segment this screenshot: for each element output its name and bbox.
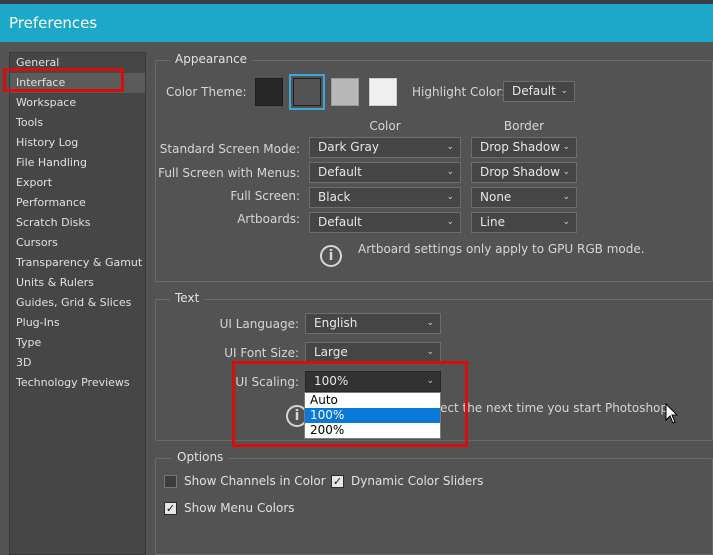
info-icon: i	[320, 245, 342, 267]
chevron-down-icon: ⌄	[446, 167, 454, 177]
sidebar-item-technology-previews[interactable]: Technology Previews	[10, 373, 145, 393]
artboards-border-value: Line	[480, 215, 506, 229]
chevron-down-icon: ⌄	[426, 347, 434, 357]
full-screen-menus-color-select[interactable]: Default ⌄	[309, 162, 461, 183]
artboards-color-value: Default	[318, 215, 362, 229]
theme-swatch-dark[interactable]	[293, 78, 321, 106]
sidebar-item-transparency-gamut[interactable]: Transparency & Gamut	[10, 253, 145, 273]
chevron-down-icon: ⌄	[562, 217, 570, 227]
full-screen-menus-label: Full Screen with Menus:	[158, 166, 300, 180]
full-screen-menus-border-select[interactable]: Drop Shadow ⌄	[471, 162, 577, 183]
sidebar-item-interface[interactable]: Interface	[10, 73, 145, 93]
ui-scaling-value: 100%	[314, 374, 349, 388]
sidebar-item-general[interactable]: General	[10, 53, 145, 73]
sidebar-item-history-log[interactable]: History Log	[10, 133, 145, 153]
appearance-title: Appearance	[170, 52, 253, 66]
text-section-title: Text	[170, 291, 205, 305]
ui-scaling-dropdown-list: Auto 100% 200%	[304, 392, 441, 439]
window-title: Preferences	[9, 14, 98, 32]
sidebar-item-workspace[interactable]: Workspace	[10, 93, 145, 113]
artboard-note: Artboard settings only apply to GPU RGB …	[358, 242, 645, 256]
standard-screen-mode-label: Standard Screen Mode:	[159, 142, 300, 156]
artboards-color-select[interactable]: Default ⌄	[309, 212, 461, 233]
sidebar-item-file-handling[interactable]: File Handling	[10, 153, 145, 173]
ui-language-label: UI Language:	[219, 317, 299, 331]
sidebar-item-guides-grid-slices[interactable]: Guides, Grid & Slices	[10, 293, 145, 313]
sidebar-item-cursors[interactable]: Cursors	[10, 233, 145, 253]
mouse-cursor-icon	[665, 403, 679, 424]
artboards-border-select[interactable]: Line ⌄	[471, 212, 577, 233]
standard-screen-mode-color-select[interactable]: Dark Gray ⌄	[309, 137, 461, 158]
chevron-down-icon: ⌄	[426, 376, 434, 386]
preferences-sidebar: General Interface Workspace Tools Histor…	[9, 52, 146, 555]
dynamic-color-sliders-label: Dynamic Color Sliders	[351, 474, 484, 488]
dynamic-color-sliders-checkbox[interactable]: ✓	[331, 475, 344, 488]
chevron-down-icon: ⌄	[446, 142, 454, 152]
theme-swatch-medium-gray[interactable]	[331, 78, 359, 106]
full-screen-border-value: None	[480, 190, 512, 204]
color-theme-label: Color Theme:	[166, 85, 247, 99]
ui-scaling-select[interactable]: 100% ⌄	[305, 371, 441, 392]
sidebar-item-plug-ins[interactable]: Plug-Ins	[10, 313, 145, 333]
standard-screen-mode-border-select[interactable]: Drop Shadow ⌄	[471, 137, 577, 158]
standard-screen-mode-color-value: Dark Gray	[318, 140, 379, 154]
sidebar-item-tools[interactable]: Tools	[10, 113, 145, 133]
ui-font-size-label: UI Font Size:	[224, 346, 299, 360]
ui-font-size-value: Large	[314, 345, 348, 359]
show-menu-colors-label: Show Menu Colors	[184, 501, 295, 515]
highlight-color-value: Default	[512, 84, 556, 98]
sidebar-item-export[interactable]: Export	[10, 173, 145, 193]
options-title: Options	[172, 450, 229, 464]
ui-scaling-option-100[interactable]: 100%	[305, 408, 440, 423]
highlight-color-select[interactable]: Default ⌄	[503, 81, 575, 102]
sidebar-item-3d[interactable]: 3D	[10, 353, 145, 373]
ui-language-value: English	[314, 316, 358, 330]
full-screen-border-select[interactable]: None ⌄	[471, 187, 577, 208]
window-titlebar: Preferences	[0, 4, 713, 42]
standard-screen-mode-border-value: Drop Shadow	[480, 140, 561, 154]
artboards-label: Artboards:	[237, 212, 300, 226]
ui-scaling-note: ect the next time you start Photoshop.	[440, 401, 672, 415]
chevron-down-icon: ⌄	[560, 86, 568, 96]
show-channels-in-color-label: Show Channels in Color	[184, 474, 326, 488]
ui-scaling-option-200[interactable]: 200%	[305, 423, 440, 438]
ui-scaling-label: UI Scaling:	[235, 375, 299, 389]
highlight-color-label: Highlight Color:	[412, 85, 506, 99]
sidebar-item-performance[interactable]: Performance	[10, 193, 145, 213]
sidebar-item-type[interactable]: Type	[10, 333, 145, 353]
full-screen-menus-color-value: Default	[318, 165, 362, 179]
ui-font-size-select[interactable]: Large ⌄	[305, 342, 441, 363]
show-channels-in-color-checkbox[interactable]	[164, 475, 177, 488]
chevron-down-icon: ⌄	[446, 192, 454, 202]
chevron-down-icon: ⌄	[562, 192, 570, 202]
show-menu-colors-checkbox[interactable]: ✓	[164, 502, 177, 515]
ui-language-select[interactable]: English ⌄	[305, 313, 441, 334]
theme-swatch-light[interactable]	[369, 78, 397, 106]
theme-swatch-darkest[interactable]	[255, 78, 283, 106]
ui-scaling-option-auto[interactable]: Auto	[305, 393, 440, 408]
sidebar-item-scratch-disks[interactable]: Scratch Disks	[10, 213, 145, 233]
sidebar-item-units-rulers[interactable]: Units & Rulers	[10, 273, 145, 293]
column-header-border: Border	[503, 119, 545, 133]
full-screen-menus-border-value: Drop Shadow	[480, 165, 561, 179]
full-screen-color-select[interactable]: Black ⌄	[309, 187, 461, 208]
chevron-down-icon: ⌄	[446, 217, 454, 227]
full-screen-label: Full Screen:	[230, 189, 300, 203]
column-header-color: Color	[369, 119, 401, 133]
chevron-down-icon: ⌄	[562, 142, 570, 152]
full-screen-color-value: Black	[318, 190, 351, 204]
chevron-down-icon: ⌄	[562, 167, 570, 177]
chevron-down-icon: ⌄	[426, 318, 434, 328]
